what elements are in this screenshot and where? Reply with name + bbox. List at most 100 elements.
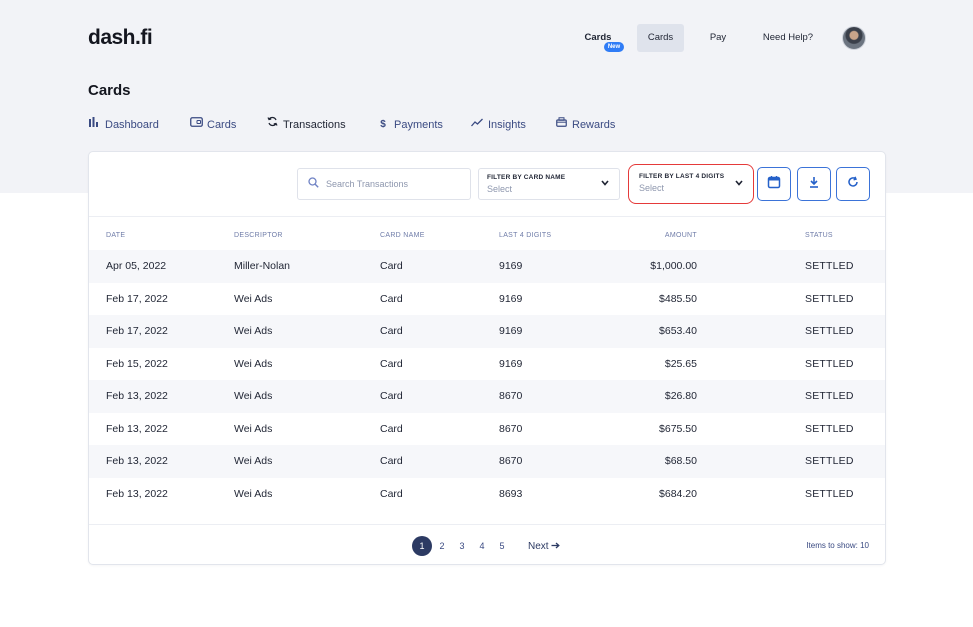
tab-label: Cards [207, 119, 237, 131]
cell-card-name: Card [380, 292, 403, 305]
column-header-status[interactable]: STATUS [805, 232, 833, 239]
search-input[interactable] [326, 179, 466, 189]
cell-last4: 9169 [499, 357, 523, 370]
cell-descriptor: Wei Ads [234, 357, 273, 370]
tab-transactions[interactable]: Transactions [266, 116, 346, 134]
topnav-need-help[interactable]: Need Help? [757, 24, 819, 52]
tab-rewards[interactable]: Rewards [555, 116, 615, 134]
tab-dashboard[interactable]: Dashboard [88, 116, 159, 134]
search-icon [308, 177, 319, 191]
cell-card-name: Card [380, 487, 403, 500]
cell-amount: $675.50 [659, 422, 697, 435]
cell-date: Apr 05, 2022 [106, 260, 167, 272]
topnav-cards[interactable]: Cards [637, 24, 684, 52]
chevron-down-icon [735, 178, 743, 189]
filter-last4-select[interactable]: FILTER BY LAST 4 DIGITS Select [628, 164, 754, 204]
cell-date: Feb 17, 2022 [106, 292, 168, 305]
cell-descriptor: Wei Ads [234, 422, 273, 435]
cell-status: SETTLED [805, 487, 854, 500]
cell-status: SETTLED [805, 292, 854, 305]
pagination: 1 2 3 4 5 Next [412, 536, 561, 556]
download-button[interactable] [797, 167, 831, 201]
user-avatar[interactable] [842, 26, 866, 50]
cell-date: Feb 13, 2022 [106, 455, 168, 467]
cell-status: SETTLED [805, 455, 854, 467]
filter-card-name-value: Select [487, 184, 513, 194]
cell-card-name: Card [380, 357, 403, 370]
tab-payments[interactable]: $ Payments [377, 116, 443, 134]
cell-descriptor: Miller-Nolan [234, 260, 291, 272]
filter-last4-value: Select [639, 183, 665, 193]
cell-descriptor: Wei Ads [234, 390, 273, 402]
column-header-amount[interactable]: AMOUNT [597, 232, 697, 239]
tab-insights[interactable]: Insights [471, 116, 526, 134]
cell-card-name: Card [380, 390, 403, 402]
sync-icon [266, 116, 278, 134]
tab-cards[interactable]: Cards [190, 116, 236, 134]
new-badge: New [604, 42, 624, 52]
cell-date: Feb 15, 2022 [106, 357, 168, 370]
card-icon [190, 116, 203, 134]
page-3-button[interactable]: 3 [452, 541, 472, 551]
cell-card-name: Card [380, 422, 403, 435]
next-label: Next [528, 540, 549, 552]
download-icon [807, 175, 821, 194]
cell-amount: $1,000.00 [650, 260, 697, 272]
filter-card-name-select[interactable]: FILTER BY CARD NAME Select [478, 168, 620, 200]
table-row[interactable]: Feb 13, 2022 Wei Ads Card 8670 $68.50 SE… [89, 445, 885, 478]
filter-last4-label: FILTER BY LAST 4 DIGITS [639, 173, 725, 180]
table-row[interactable]: Apr 05, 2022 Miller-Nolan Card 9169 $1,0… [89, 250, 885, 283]
items-to-show-select[interactable]: Items to show: 10 [806, 541, 869, 550]
cell-last4: 9169 [499, 260, 523, 272]
cell-amount: $653.40 [659, 325, 697, 337]
cell-last4: 8693 [499, 487, 523, 500]
filter-card-name-label: FILTER BY CARD NAME [487, 174, 566, 181]
cell-status: SETTLED [805, 357, 854, 370]
cell-status: SETTLED [805, 422, 854, 435]
table-row[interactable]: Feb 13, 2022 Wei Ads Card 8670 $26.80 SE… [89, 380, 885, 413]
dollar-icon: $ [380, 119, 386, 130]
cell-date: Feb 13, 2022 [106, 487, 168, 500]
table-row[interactable]: Feb 13, 2022 Wei Ads Card 8670 $675.50 S… [89, 413, 885, 446]
cell-last4: 8670 [499, 390, 523, 402]
cell-descriptor: Wei Ads [234, 292, 273, 305]
cell-last4: 9169 [499, 325, 523, 337]
topnav-pay[interactable]: Pay [703, 24, 733, 52]
table-row[interactable]: Feb 17, 2022 Wei Ads Card 9169 $653.40 S… [89, 315, 885, 348]
column-header-date[interactable]: DATE [106, 232, 125, 239]
next-page-button[interactable]: Next [528, 540, 561, 552]
cell-amount: $26.80 [664, 390, 697, 402]
cell-card-name: Card [380, 455, 403, 467]
cell-descriptor: Wei Ads [234, 325, 273, 337]
cell-amount: $485.50 [659, 292, 697, 305]
column-header-last4[interactable]: LAST 4 DIGITS [499, 232, 551, 239]
page-5-button[interactable]: 5 [492, 541, 512, 551]
table-header: DATE DESCRIPTOR CARD NAME LAST 4 DIGITS … [89, 232, 885, 248]
cell-date: Feb 17, 2022 [106, 325, 168, 337]
refresh-button[interactable] [836, 167, 870, 201]
cell-date: Feb 13, 2022 [106, 390, 168, 402]
cell-status: SETTLED [805, 325, 854, 337]
column-header-card-name[interactable]: CARD NAME [380, 232, 425, 239]
page-2-button[interactable]: 2 [432, 541, 452, 551]
column-header-descriptor[interactable]: DESCRIPTOR [234, 232, 283, 239]
cell-amount: $25.65 [664, 357, 697, 370]
cell-last4: 8670 [499, 422, 523, 435]
refresh-icon [846, 175, 860, 194]
search-box[interactable] [297, 168, 471, 200]
calendar-icon [767, 175, 781, 194]
chevron-down-icon [601, 178, 609, 189]
cell-last4: 9169 [499, 292, 523, 305]
cell-status: SETTLED [805, 390, 854, 402]
transactions-panel: FILTER BY CARD NAME Select FILTER BY LAS… [88, 151, 886, 565]
page-1-button[interactable]: 1 [412, 536, 432, 556]
tab-label: Dashboard [105, 119, 159, 131]
toolbar-divider [89, 216, 885, 217]
table-row[interactable]: Feb 13, 2022 Wei Ads Card 8693 $684.20 S… [89, 478, 885, 511]
table-row[interactable]: Feb 15, 2022 Wei Ads Card 9169 $25.65 SE… [89, 348, 885, 381]
date-range-button[interactable] [757, 167, 791, 201]
page-4-button[interactable]: 4 [472, 541, 492, 551]
tab-label: Payments [394, 119, 443, 131]
page-title: Cards [88, 82, 131, 99]
table-row[interactable]: Feb 17, 2022 Wei Ads Card 9169 $485.50 S… [89, 283, 885, 316]
